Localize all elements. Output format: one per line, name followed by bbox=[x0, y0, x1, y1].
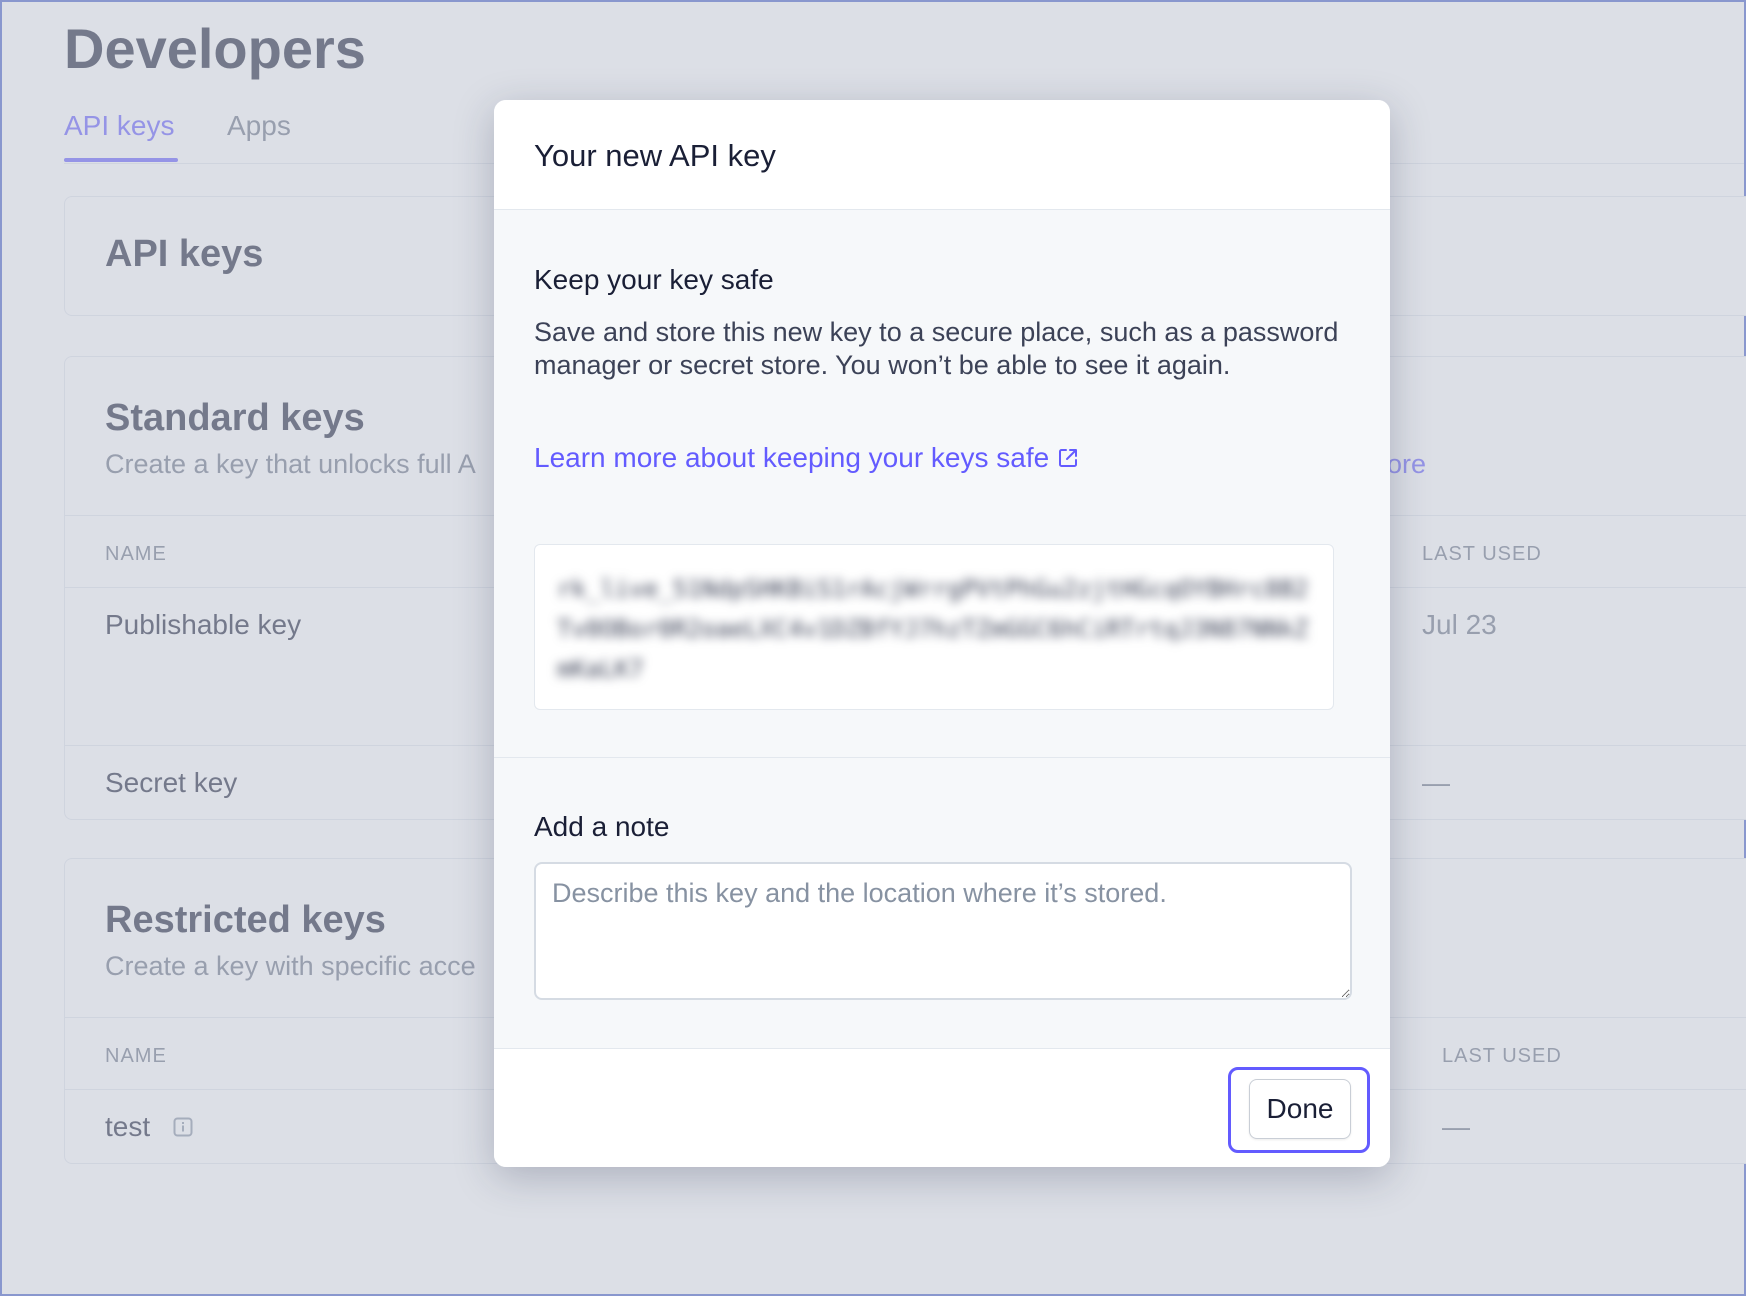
keep-key-safe-heading: Keep your key safe bbox=[534, 264, 774, 295]
note-textarea[interactable] bbox=[534, 862, 1352, 1000]
dialog-header: Your new API key bbox=[494, 100, 1390, 210]
done-button-focus-ring: Done bbox=[1228, 1067, 1370, 1153]
api-key-display[interactable]: rk_live_51NdpSHKBiS1rAcjWrrgPVtPhGu2zjtH… bbox=[534, 544, 1334, 710]
new-api-key-dialog: Your new API key Keep your key safe Save… bbox=[494, 100, 1390, 1167]
dialog-footer: Done bbox=[494, 1048, 1390, 1167]
done-button[interactable]: Done bbox=[1249, 1079, 1351, 1139]
keep-key-safe-description: Save and store this new key to a secure … bbox=[534, 317, 1339, 380]
external-link-icon bbox=[1059, 449, 1078, 467]
dialog-title: Your new API key bbox=[534, 138, 776, 173]
add-note-heading: Add a note bbox=[534, 811, 670, 842]
learn-more-label: Learn more about keeping your keys safe bbox=[534, 442, 1050, 473]
divider bbox=[494, 757, 1390, 758]
learn-more-link[interactable]: Learn more about keeping your keys safe bbox=[534, 442, 1079, 474]
api-key-value[interactable]: rk_live_51NdpSHKBiS1rAcjWrrgPVtPhGu2zjtH… bbox=[557, 569, 1311, 689]
